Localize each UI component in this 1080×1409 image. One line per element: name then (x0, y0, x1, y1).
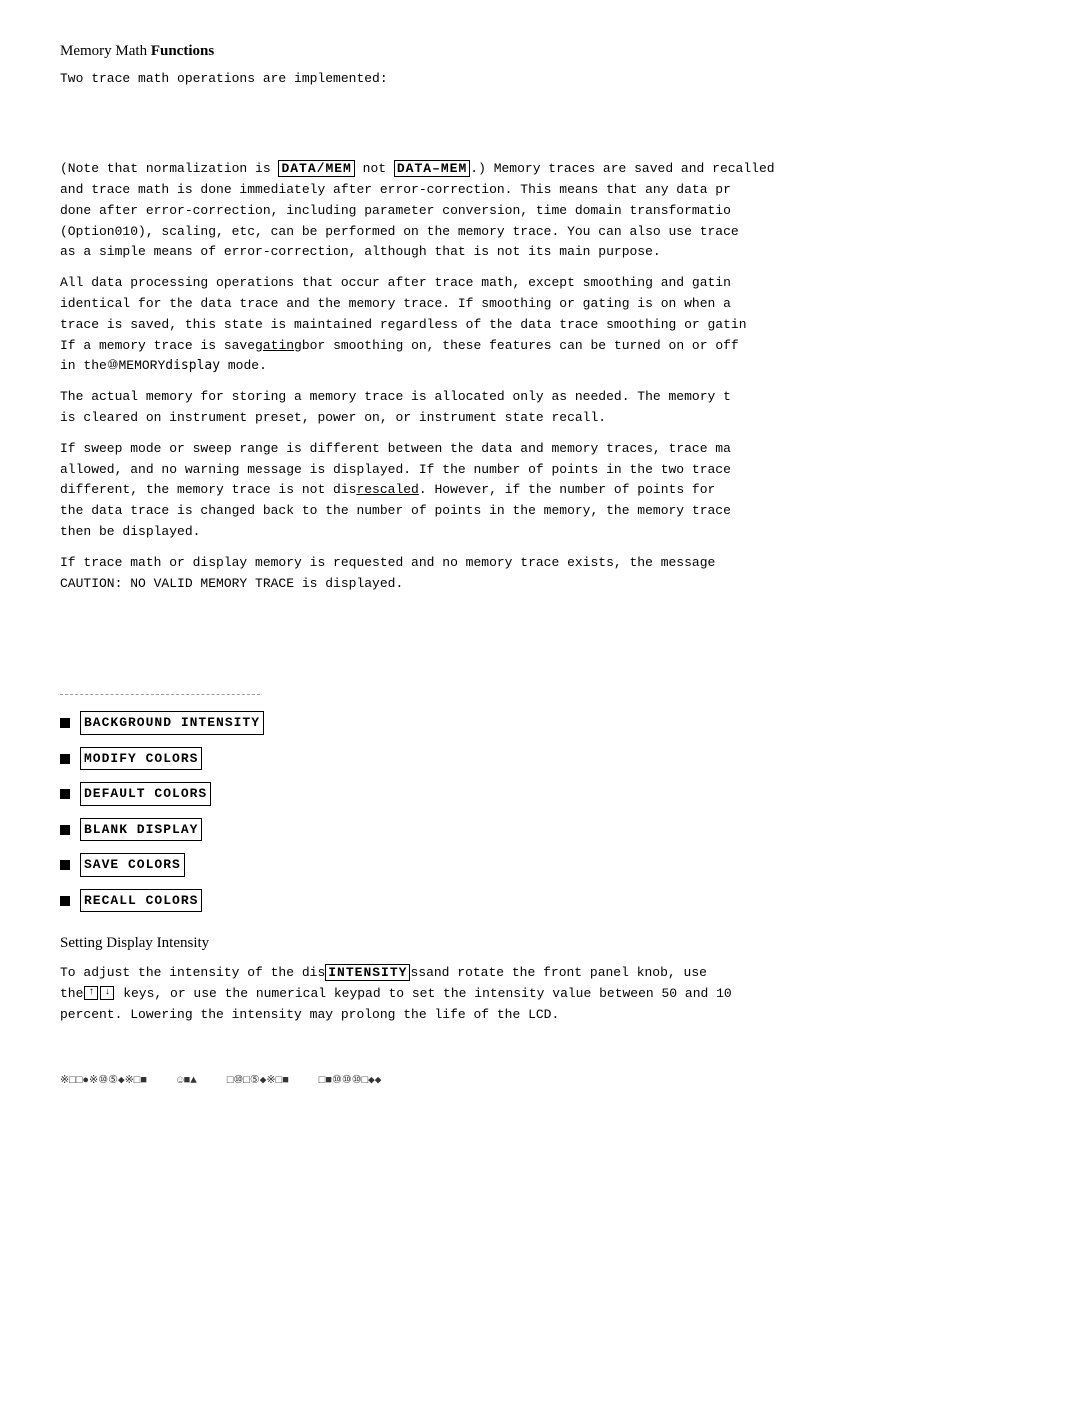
menu-item-save[interactable]: SAVE COLORS (60, 853, 1020, 877)
paragraph-2: All data processing operations that occu… (60, 273, 1020, 377)
menu-item-modify[interactable]: MODIFY COLORS (60, 747, 1020, 771)
menu-bullet-3 (60, 789, 70, 799)
menu-item-background[interactable]: BACKGROUND INTENSITY (60, 711, 1020, 735)
up-arrow-icon: ↑ (84, 986, 98, 1000)
setting-title: Setting Display Intensity (60, 932, 1020, 955)
footer-part3: □⑩□⑤◆※□■ (227, 1073, 289, 1090)
menu-item-recall[interactable]: RECALL COLORS (60, 889, 1020, 913)
paragraph-4: If sweep mode or sweep range is differen… (60, 439, 1020, 543)
menu-bullet-4 (60, 825, 70, 835)
footer-part1: ※□□●※⑩⑤◆※□■ (60, 1073, 147, 1090)
menu-label-blank[interactable]: BLANK DISPLAY (80, 818, 202, 842)
menu-bullet-1 (60, 718, 70, 728)
menu-label-modify[interactable]: MODIFY COLORS (80, 747, 202, 771)
menu-item-blank[interactable]: BLANK DISPLAY (60, 818, 1020, 842)
menu-label-recall[interactable]: RECALL COLORS (80, 889, 202, 913)
menu-item-default[interactable]: DEFAULT COLORS (60, 782, 1020, 806)
footer-part4: □■⑩⑩⑩□◆◆ (319, 1073, 382, 1090)
footer-bar: ※□□●※⑩⑤◆※□■ ☺■▲ □⑩□⑤◆※□■ □■⑩⑩⑩□◆◆ (60, 1065, 1020, 1090)
footer-part2: ☺■▲ (177, 1073, 197, 1090)
spacer-mid2 (60, 664, 1020, 684)
paragraph-3: The actual memory for storing a memory t… (60, 387, 1020, 429)
setting-paragraph: To adjust the intensity of the disINTENS… (60, 963, 1020, 1025)
menu-bullet-5 (60, 860, 70, 870)
menu-label-background[interactable]: BACKGROUND INTENSITY (80, 711, 264, 735)
intro-text: Two trace math operations are implemente… (60, 69, 1020, 90)
spacer-mid (60, 604, 1020, 664)
menu-section: BACKGROUND INTENSITY MODIFY COLORS DEFAU… (60, 694, 1020, 912)
menu-label-save[interactable]: SAVE COLORS (80, 853, 185, 877)
menu-bullet-2 (60, 754, 70, 764)
down-arrow-icon: ↓ (100, 986, 114, 1000)
highlight-datamem2: DATA–MEM (394, 160, 470, 177)
highlight-intensity: INTENSITY (325, 964, 410, 981)
page-container: Memory Math Functions Two trace math ope… (60, 40, 1020, 1090)
section-title: Memory Math Functions (60, 40, 1020, 63)
spacer-top (60, 99, 1020, 159)
menu-divider (60, 694, 260, 695)
paragraph-5: If trace math or display memory is reque… (60, 553, 1020, 595)
highlight-datamem1: DATA/MEM (278, 160, 354, 177)
menu-label-default[interactable]: DEFAULT COLORS (80, 782, 211, 806)
section-title-bold: Functions (151, 43, 214, 59)
paragraph-1: (Note that normalization is DATA/MEM not… (60, 159, 1020, 263)
menu-bullet-6 (60, 896, 70, 906)
